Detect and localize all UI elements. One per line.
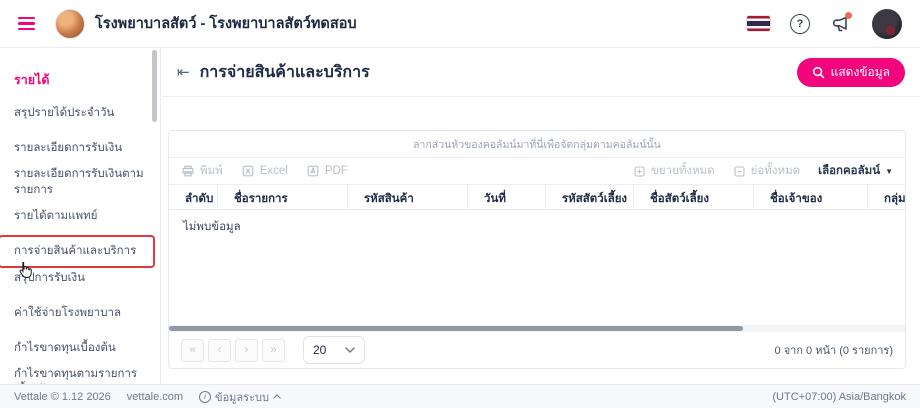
sidebar-item-daily-income-summary[interactable]: สรุปรายได้ประจำวัน xyxy=(0,100,160,126)
previous-page-button[interactable]: ‹ xyxy=(208,338,231,362)
expand-all-button[interactable]: ขยายทั้งหมด xyxy=(633,162,715,180)
main-content: ⇤ การจ่ายสินค้าและบริการ แสดงข้อมูล ลากส… xyxy=(162,48,920,384)
export-excel-button[interactable]: Excel xyxy=(241,164,288,178)
page-title: การจ่ายสินค้าและบริการ xyxy=(199,63,370,81)
clinic-logo-avatar xyxy=(55,8,85,39)
copyright-text: Vettale © 1.12 2026 xyxy=(14,390,111,403)
column-header-product-code[interactable]: รหัสสินค้า xyxy=(348,185,468,209)
cursor-pointer-icon xyxy=(19,261,32,278)
collapse-all-button[interactable]: ย่อทั้งหมด xyxy=(733,162,800,180)
horizontal-scrollbar-thumb[interactable] xyxy=(169,326,744,331)
sidebar-item-label: รายละเอียดการรับเงิน xyxy=(14,142,123,155)
pagination-bar: « ‹ › » 20 0 จาก 0 หน้า (0 รายการ) xyxy=(169,332,905,368)
column-header-group[interactable]: กลุ่ม xyxy=(868,185,905,209)
site-link[interactable]: vettale.com xyxy=(127,391,183,403)
help-icon[interactable]: ? xyxy=(790,13,810,34)
sidebar-item-gross-profit-loss[interactable]: กำไรขาดทุนเบื้องต้น xyxy=(0,335,160,361)
pdf-icon xyxy=(307,165,319,177)
collapse-all-icon xyxy=(734,166,745,176)
sidebar-section-income: รายได้ xyxy=(14,73,50,87)
excel-icon xyxy=(242,165,254,177)
sidebar-item-product-service-dispense[interactable]: การจ่ายสินค้าและบริการ xyxy=(0,235,160,278)
system-info-toggle[interactable]: i ข้อมูลระบบ xyxy=(199,388,281,406)
sidebar-item-label: ค่าใช้จ่ายโรงพยาบาล xyxy=(14,306,122,319)
app-window: โรงพยาบาลสัตว์ - โรงพยาบาลสัตว์ทดสอบ ? ร… xyxy=(0,0,920,408)
sidebar-item-label: รายได้ตามแพทย์ xyxy=(14,210,98,223)
sidebar-item-label: สรุปรายได้ประจำวัน xyxy=(14,107,115,119)
footer: Vettale © 1.12 2026 vettale.com i ข้อมูล… xyxy=(0,384,920,408)
column-header-pet-name[interactable]: ชื่อสัตว์เลี้ยง xyxy=(634,185,754,209)
sidebar-item-label: กำไรขาดทุนเบื้องต้น xyxy=(14,341,116,354)
sidebar-item-gross-profit-loss-by-item[interactable]: กำไรขาดทุนตามรายการเบื้องต้น xyxy=(0,361,160,384)
announcement-icon[interactable] xyxy=(830,11,852,35)
choose-columns-button[interactable]: เลือกคอลัมน์ ▼ xyxy=(818,162,893,180)
sidebar-scrollbar[interactable] xyxy=(152,50,157,122)
next-page-button[interactable]: › xyxy=(235,338,258,362)
user-avatar[interactable] xyxy=(872,8,902,39)
page-header: ⇤ การจ่ายสินค้าและบริการ แสดงข้อมูล xyxy=(162,48,920,97)
grid-toolbar: พิมพ์ Excel PDF ขยายทั้งหมด ย่อทั้งหมด เ… xyxy=(169,158,905,185)
column-header-owner-name[interactable]: ชื่อเจ้าของ xyxy=(754,185,868,209)
sidebar-item-hospital-expenses[interactable]: ค่าใช้จ่ายโรงพยาบาล xyxy=(0,300,160,326)
grid-header-row: ลำดับ ชื่อรายการ รหัสสินค้า วันที่ รหัสสัตว์… xyxy=(169,185,905,210)
sidebar-item-income-by-doctor[interactable]: รายได้ตามแพทย์ xyxy=(0,203,160,229)
timezone-text: (UTC+07:00) Asia/Bangkok xyxy=(772,390,906,403)
sidebar: รายได้ สรุปรายได้ประจำวันรายละเอียดการรั… xyxy=(0,48,161,384)
print-icon xyxy=(182,165,194,177)
horizontal-scrollbar xyxy=(169,325,905,332)
sidebar-item-payment-received-detail[interactable]: รายละเอียดการรับเงิน xyxy=(0,135,160,161)
expand-all-icon xyxy=(634,166,645,176)
column-header-item-name[interactable]: ชื่อรายการ xyxy=(218,185,348,209)
info-icon: i xyxy=(199,390,212,403)
sidebar-item-label: รายละเอียดการรับเงินตามรายการ xyxy=(14,168,144,197)
show-data-button[interactable]: แสดงข้อมูล xyxy=(796,57,905,87)
sidebar-item-payment-received-by-item[interactable]: รายละเอียดการรับเงินตามรายการ xyxy=(0,161,160,203)
grid-empty-state: ไม่พบข้อมูล xyxy=(183,221,241,233)
data-grid: ลากส่วนหัวของคอลัมน์มาที่นี่เพื่อจัดกลุ่… xyxy=(168,130,906,369)
first-page-button[interactable]: « xyxy=(181,338,204,362)
collapse-sidebar-icon[interactable]: ⇤ xyxy=(177,63,190,81)
hamburger-menu-icon[interactable] xyxy=(18,17,35,30)
sidebar-menu: สรุปรายได้ประจำวันรายละเอียดการรับเงินรา… xyxy=(0,100,160,384)
column-header-ordinal[interactable]: ลำดับ xyxy=(169,185,218,209)
notification-dot xyxy=(845,11,852,19)
sidebar-item-label: กำไรขาดทุนตามรายการเบื้องต้น xyxy=(14,367,138,384)
column-header-pet-code[interactable]: รหัสสัตว์เลี้ยง xyxy=(546,185,634,209)
last-page-button[interactable]: » xyxy=(262,338,285,362)
chevron-up-icon xyxy=(273,394,281,399)
top-bar: โรงพยาบาลสัตว์ - โรงพยาบาลสัตว์ทดสอบ ? xyxy=(0,0,920,48)
clinic-title: โรงพยาบาลสัตว์ - โรงพยาบาลสัตว์ทดสอบ xyxy=(95,16,357,32)
page-size-select[interactable]: 20 xyxy=(303,336,365,364)
sidebar-item-label: การจ่ายสินค้าและบริการ xyxy=(14,245,137,258)
print-button[interactable]: พิมพ์ xyxy=(181,162,223,180)
export-pdf-button[interactable]: PDF xyxy=(306,164,348,178)
group-by-drop-area[interactable]: ลากส่วนหัวของคอลัมน์มาที่นี่เพื่อจัดกลุ่… xyxy=(169,131,905,158)
chevron-down-icon xyxy=(345,347,355,353)
thai-flag-language-icon[interactable] xyxy=(747,16,770,31)
pagination-summary: 0 จาก 0 หน้า (0 รายการ) xyxy=(774,345,893,357)
chevron-down-icon: ▼ xyxy=(885,166,893,176)
column-header-date[interactable]: วันที่ xyxy=(468,185,546,209)
search-icon xyxy=(812,66,824,78)
